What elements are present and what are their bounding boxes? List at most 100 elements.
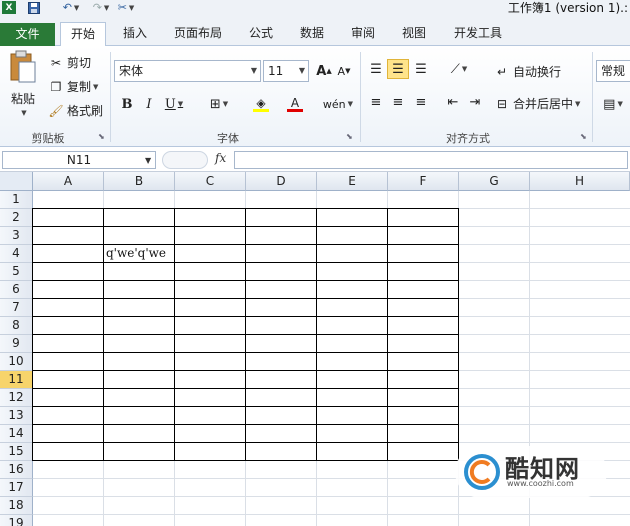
alignment-launcher-icon[interactable]: ⬊	[580, 132, 587, 141]
align-right-button[interactable]: ≡	[410, 92, 432, 112]
orientation-button[interactable]: ⟋ ▼	[444, 59, 474, 79]
format-painter-label: 格式刷	[67, 104, 104, 118]
cell-B4[interactable]: q'we'q'we	[106, 246, 166, 260]
font-name-value: 宋体	[119, 64, 144, 78]
row-header-18[interactable]: 18	[0, 497, 33, 515]
clipboard-launcher-icon[interactable]: ⬊	[98, 132, 105, 141]
row-header-15[interactable]: 15	[0, 443, 33, 461]
shrink-font-button[interactable]: A ▼	[333, 61, 355, 81]
column-header-G[interactable]: G	[459, 172, 530, 191]
row-header-6[interactable]: 6	[0, 281, 33, 299]
row-header-14[interactable]: 14	[0, 425, 33, 443]
align-center-button[interactable]: ≡	[387, 92, 409, 112]
paste-icon	[10, 50, 36, 83]
cut-button[interactable]: ✂ 剪切	[48, 54, 91, 71]
tab-home[interactable]: 开始	[60, 22, 106, 47]
excel-logo-icon[interactable]: X	[2, 1, 16, 14]
save-icon[interactable]	[27, 1, 41, 14]
title-bar: X ↶ ▼ ↷ ▼ ✂ ▼ 工作簿1 (version 1).:	[0, 0, 630, 16]
borders-icon: ⊞	[209, 96, 221, 112]
row-header-7[interactable]: 7	[0, 299, 33, 317]
row-header-3[interactable]: 3	[0, 227, 33, 245]
row-header-10[interactable]: 10	[0, 353, 33, 371]
formula-expander[interactable]	[162, 151, 208, 169]
font-size-value: 11	[268, 64, 284, 78]
row-header-8[interactable]: 8	[0, 317, 33, 335]
column-header-B[interactable]: B	[104, 172, 175, 191]
wrap-text-icon: ↵	[496, 64, 508, 79]
currency-format-button[interactable]: ▤ ▼	[598, 94, 628, 114]
row-header-19[interactable]: 19	[0, 515, 33, 526]
tab-insert[interactable]: 插入	[115, 22, 155, 46]
grow-font-button[interactable]: A ▲	[313, 61, 335, 81]
row-header-9[interactable]: 9	[0, 335, 33, 353]
insert-function-icon[interactable]: fx	[215, 151, 226, 165]
select-all-corner[interactable]	[0, 172, 33, 191]
undo-icon[interactable]: ↶ ▼	[62, 1, 80, 14]
borders-button[interactable]: ⊞ ▼	[204, 94, 234, 114]
redo-icon[interactable]: ↷ ▼	[92, 1, 110, 14]
tab-developer[interactable]: 开发工具	[446, 22, 510, 46]
underline-button[interactable]: U ▼	[160, 94, 188, 114]
column-header-A[interactable]: A	[33, 172, 104, 191]
row-header-17[interactable]: 17	[0, 479, 33, 497]
font-size-select[interactable]: 11 ▼	[263, 60, 309, 82]
number-format-select[interactable]: 常规	[596, 60, 630, 82]
row-header-16[interactable]: 16	[0, 461, 33, 479]
row-header-5[interactable]: 5	[0, 263, 33, 281]
customize-icon[interactable]: ✂ ▼	[113, 1, 139, 14]
formula-input[interactable]	[234, 151, 628, 169]
bold-button[interactable]: B	[116, 94, 138, 114]
row-header-1[interactable]: 1	[0, 191, 33, 209]
align-bottom-button[interactable]: ☰	[410, 59, 432, 79]
tab-file[interactable]: 文件	[0, 23, 55, 46]
font-name-select[interactable]: 宋体 ▼	[114, 60, 261, 82]
merge-cells-icon: ⊟	[496, 96, 508, 111]
watermark: 酷知网 www.coozhi.com	[455, 446, 607, 498]
number-format-value: 常规	[601, 64, 626, 78]
column-header-H[interactable]: H	[530, 172, 630, 191]
formula-bar: N11 ▼ fx	[0, 148, 630, 172]
italic-button[interactable]: I	[138, 94, 160, 114]
row-header-11[interactable]: 11	[0, 371, 33, 389]
chevron-down-icon[interactable]: ▼	[145, 156, 151, 165]
merge-center-label: 合并后居中	[513, 97, 574, 111]
name-box[interactable]: N11	[2, 151, 156, 169]
paste-button[interactable]: 粘贴 ▼	[6, 50, 40, 120]
row-header-2[interactable]: 2	[0, 209, 33, 227]
font-color-button[interactable]: A	[280, 94, 310, 114]
row-header-4[interactable]: 4	[0, 245, 33, 263]
align-top-button[interactable]: ☰	[365, 59, 387, 79]
fill-color-button[interactable]: ◈	[246, 94, 276, 114]
merge-center-button[interactable]: ⊟ 合并后居中 ▼	[494, 95, 580, 112]
decrease-indent-button[interactable]: ⇤	[442, 92, 464, 112]
copy-icon: ❐	[50, 79, 62, 94]
column-header-D[interactable]: D	[246, 172, 317, 191]
coozhi-logo-icon	[464, 454, 500, 490]
align-left-button[interactable]: ≡	[365, 92, 387, 112]
tab-formulas[interactable]: 公式	[241, 22, 281, 46]
phonetic-button[interactable]: wén ▼	[322, 94, 354, 114]
column-header-C[interactable]: C	[175, 172, 246, 191]
format-painter-button[interactable]: 🖌 格式刷	[48, 102, 103, 119]
row-header-13[interactable]: 13	[0, 407, 33, 425]
tab-data[interactable]: 数据	[292, 22, 332, 46]
tab-review[interactable]: 审阅	[343, 22, 383, 46]
font-group-label: 字体	[217, 132, 239, 145]
scissors-icon: ✂	[50, 55, 62, 70]
column-header-E[interactable]: E	[317, 172, 388, 191]
increase-indent-button[interactable]: ⇥	[464, 92, 486, 112]
tab-view[interactable]: 视图	[394, 22, 434, 46]
align-middle-button[interactable]: ☰	[387, 59, 409, 79]
clipboard-group-label: 剪贴板	[31, 132, 65, 145]
font-color-icon: A	[290, 95, 300, 110]
font-launcher-icon[interactable]: ⬊	[346, 132, 353, 141]
column-header-F[interactable]: F	[388, 172, 459, 191]
tab-page-layout[interactable]: 页面布局	[168, 22, 228, 46]
copy-button[interactable]: ❐ 复制 ▼	[48, 78, 99, 95]
paintbrush-icon: 🖌	[48, 103, 64, 118]
wrap-text-button[interactable]: ↵ 自动换行	[494, 63, 561, 80]
window-title: 工作簿1 (version 1).:	[507, 1, 628, 15]
row-header-12[interactable]: 12	[0, 389, 33, 407]
ribbon-tabs: 文件 开始 插入 页面布局 公式 数据 审阅 视图 开发工具	[0, 16, 630, 47]
